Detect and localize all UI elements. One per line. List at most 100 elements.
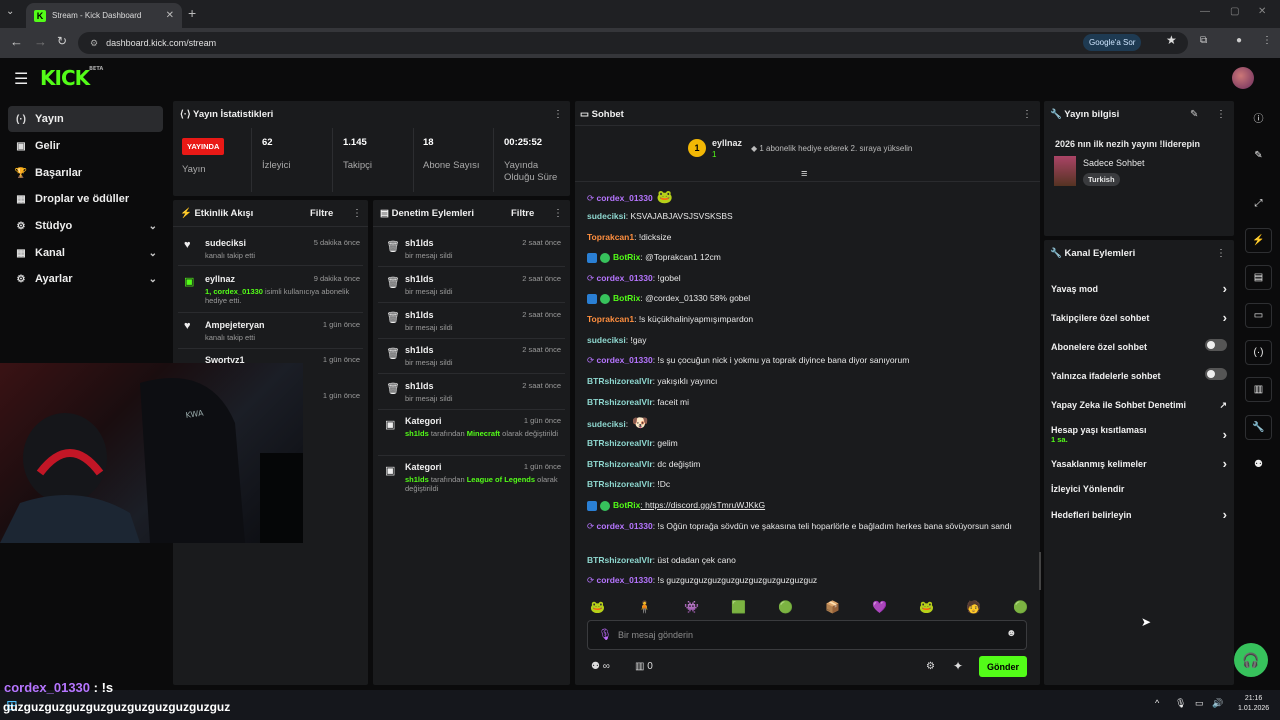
extensions-icon[interactable]: ⧉ (1200, 35, 1207, 46)
expand-pinned-icon[interactable]: ≡ (801, 168, 807, 180)
chat-username[interactable]: Toprakcan1 (587, 314, 634, 324)
browser-tab[interactable]: K Stream - Kick Dashboard ✕ (26, 3, 182, 28)
emoji-picker-icon[interactable]: ☻ (1006, 628, 1017, 639)
activity-filter-button[interactable]: Filtre (310, 208, 333, 219)
moderation-icon[interactable]: ▥ (1245, 377, 1272, 402)
sidebar-item-ayarlar[interactable]: ⚙ Ayarlar ⌄ (8, 266, 163, 292)
chat-username[interactable]: sudeciksi (587, 335, 626, 345)
chat-icon[interactable]: ▭ (1245, 303, 1272, 328)
quick-emote[interactable]: 👾 (684, 600, 699, 614)
browser-menu-icon[interactable]: ⋮ (1262, 35, 1272, 46)
quick-emote[interactable]: 🧍 (637, 600, 652, 614)
toggle-switch[interactable] (1205, 339, 1227, 351)
quick-emote[interactable]: 🧑 (966, 600, 981, 614)
channel-action-item[interactable]: Yasaklanmış kelimeler › (1051, 456, 1231, 471)
sidebar-item-studyo[interactable]: ⚙ Stüdyo ⌄ (8, 213, 163, 239)
quick-emote[interactable]: 🟢 (778, 600, 793, 614)
stream-info-menu-icon[interactable]: ⋮ (1216, 109, 1226, 120)
chat-settings-icon[interactable]: ⚙ (926, 661, 935, 672)
channel-action-item[interactable]: Abonelere özel sohbet (1051, 339, 1231, 352)
chat-emote[interactable]: 🐸 (657, 189, 673, 204)
maximize-icon[interactable]: ▢ (1230, 6, 1239, 17)
profile-icon[interactable]: ● (1236, 35, 1242, 46)
channel-action-item[interactable]: Takipçilere özel sohbet › (1051, 310, 1231, 325)
chat-username[interactable]: cordex_01330 (596, 575, 652, 585)
network-icon[interactable]: ▭ (1195, 698, 1204, 709)
chat-username[interactable]: BotRix (613, 500, 640, 510)
wrench-icon[interactable]: 🔧 (1245, 415, 1272, 440)
quick-emote[interactable]: 🐸 (590, 600, 605, 614)
channel-action-item[interactable]: Hedefleri belirleyin › (1051, 507, 1231, 522)
new-tab-icon[interactable]: + (188, 5, 196, 21)
activity-menu-icon[interactable]: ⋮ (352, 208, 362, 219)
expand-icon[interactable]: ⤢ (1245, 191, 1272, 216)
channel-points[interactable]: ⚉ ∞ (591, 661, 610, 672)
chat-input[interactable]: Bir mesaj gönderin (587, 620, 1027, 650)
kick-emote-icon[interactable]: ✦ (953, 659, 963, 673)
channel-action-item[interactable]: Yalnızca ifadelerle sohbet (1051, 368, 1231, 381)
chat-username[interactable]: Toprakcan1 (587, 232, 634, 242)
taskbar-clock[interactable]: 21:16 1.01.2026 (1238, 694, 1269, 714)
stats-menu-icon[interactable]: ⋮ (553, 109, 563, 120)
send-button[interactable]: Gönder (979, 656, 1027, 677)
forward-icon[interactable]: → (34, 34, 47, 49)
quick-emote[interactable]: 📦 (825, 600, 840, 614)
sidebar-item-kanal[interactable]: ▦ Kanal ⌄ (8, 240, 163, 266)
tab-search-icon[interactable]: ⌄ (6, 6, 14, 17)
kick-logo[interactable]: KICKBETA (40, 66, 103, 90)
close-window-icon[interactable]: ✕ (1258, 6, 1266, 17)
chat-username[interactable]: BTRshizorealVlr (587, 479, 653, 489)
sidebar-item-yayin[interactable]: (·) Yayın (8, 106, 163, 132)
bookmark-star-icon[interactable]: ★ (1166, 33, 1177, 47)
moderation-filter-button[interactable]: Filtre (511, 208, 534, 219)
channel-action-item[interactable]: İzleyici Yönlendir (1051, 484, 1231, 494)
google-ask-button[interactable]: Google'a Sor (1083, 34, 1142, 51)
chat-username[interactable]: BTRshizorealVlr (587, 459, 653, 469)
chat-username[interactable]: cordex_01330 (596, 355, 652, 365)
chat-username[interactable]: cordex_01330 (596, 521, 652, 531)
chat-scrollbar[interactable] (1039, 552, 1041, 590)
broadcast-icon[interactable]: (·) (1245, 340, 1272, 365)
channel-action-item[interactable]: Hesap yaşı kısıtlaması 1 sa. › (1051, 425, 1231, 444)
document-icon[interactable]: ▤ (1245, 265, 1272, 290)
lightning-icon[interactable]: ⚡ (1245, 228, 1272, 253)
quick-emote[interactable]: 🟢 (1013, 600, 1028, 614)
minimize-icon[interactable]: — (1200, 6, 1210, 17)
chat-username[interactable]: sudeciksi (587, 419, 626, 429)
chat-username[interactable]: BotRix (613, 293, 640, 303)
menu-icon[interactable]: ☰ (14, 69, 28, 89)
quick-emote[interactable]: 💜 (872, 600, 887, 614)
quick-emote[interactable]: 🐸 (919, 600, 934, 614)
channel-actions-menu-icon[interactable]: ⋮ (1216, 248, 1226, 259)
sidebar-item-gelir[interactable]: ▣ Gelir (8, 133, 163, 159)
sidebar-item-droplar[interactable]: ▦ Droplar ve ödüller (8, 186, 163, 212)
chat-username[interactable]: BTRshizorealVlr (587, 555, 653, 565)
quick-emote[interactable]: 🟩 (731, 600, 746, 614)
user-avatar[interactable] (1232, 67, 1254, 89)
reload-icon[interactable]: ↻ (57, 34, 67, 48)
chat-menu-icon[interactable]: ⋮ (1022, 109, 1032, 120)
edit-icon[interactable]: ✎ (1190, 109, 1198, 120)
microphone-icon[interactable]: 🎙 (598, 628, 612, 641)
pencil-icon[interactable]: ✎ (1245, 143, 1272, 168)
help-button[interactable]: 🎧 (1234, 643, 1268, 677)
channel-action-item[interactable]: Yapay Zeka ile Sohbet Denetimi ↗ (1051, 400, 1231, 410)
volume-icon[interactable]: 🔊 (1212, 698, 1223, 709)
tray-chevron-icon[interactable]: ^ (1155, 698, 1159, 708)
info-icon[interactable]: ⓘ (1245, 105, 1272, 130)
chat-emote[interactable]: 🐶 (632, 415, 648, 430)
close-tab-icon[interactable]: ✕ (166, 10, 174, 21)
chat-username[interactable]: BTRshizorealVlr (587, 397, 653, 407)
chat-username[interactable]: sudeciksi (587, 211, 626, 221)
toggle-switch[interactable] (1205, 368, 1227, 380)
site-info-icon[interactable]: ⚙ (90, 38, 98, 49)
add-widget-icon[interactable]: ⚉ (1245, 452, 1272, 477)
address-bar[interactable]: ⚙ dashboard.kick.com/stream (78, 32, 1188, 54)
channel-action-item[interactable]: Yavaş mod › (1051, 281, 1231, 296)
back-icon[interactable]: ← (10, 34, 23, 49)
chat-username[interactable]: cordex_01330 (596, 193, 652, 203)
sub-gift-count[interactable]: ▥ 0 (635, 661, 653, 672)
sidebar-item-basarilar[interactable]: 🏆 Başarılar (8, 160, 163, 186)
mic-tray-icon[interactable]: 🎙 (1175, 698, 1186, 709)
moderation-menu-icon[interactable]: ⋮ (553, 208, 563, 219)
